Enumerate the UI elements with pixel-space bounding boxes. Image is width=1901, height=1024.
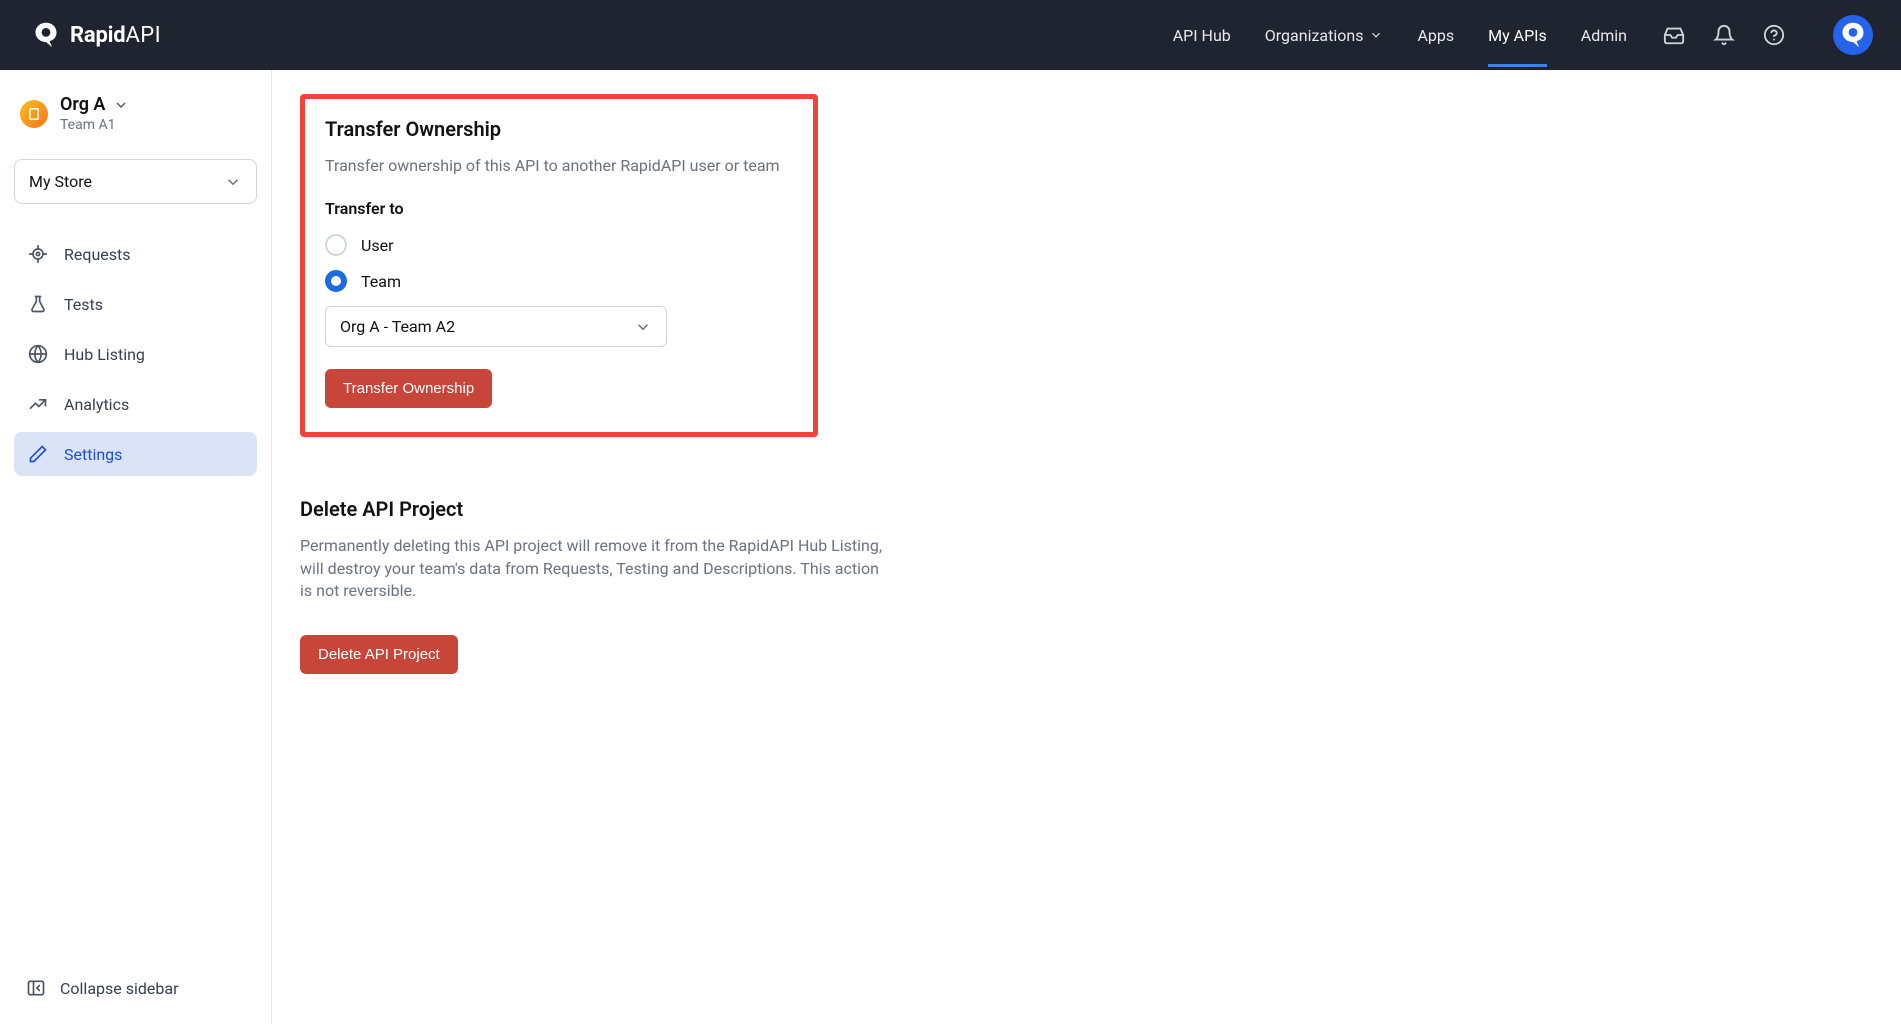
inbox-icon[interactable] xyxy=(1663,24,1685,46)
avatar[interactable] xyxy=(1833,15,1873,55)
sidebar-item-label: Analytics xyxy=(64,395,129,414)
globe-icon xyxy=(28,344,48,364)
collapse-icon xyxy=(26,978,46,998)
logo-icon xyxy=(32,21,60,49)
sidebar-item-requests[interactable]: Requests xyxy=(14,232,257,276)
radio-label: User xyxy=(361,236,394,255)
flask-icon xyxy=(28,294,48,314)
header-icons xyxy=(1663,15,1873,55)
sidebar-item-tests[interactable]: Tests xyxy=(14,282,257,326)
sidebar-item-label: Hub Listing xyxy=(64,345,145,364)
bell-icon[interactable] xyxy=(1713,24,1735,46)
field-label: Transfer to xyxy=(325,199,793,218)
nav-api-hub[interactable]: API Hub xyxy=(1173,4,1231,67)
section-title: Delete API Project xyxy=(300,497,890,521)
nav-admin[interactable]: Admin xyxy=(1581,4,1627,67)
help-icon[interactable] xyxy=(1763,24,1785,46)
radio-icon xyxy=(325,234,347,256)
collapse-sidebar[interactable]: Collapse sidebar xyxy=(14,968,257,1008)
team-name: Team A1 xyxy=(60,117,129,133)
nav-organizations[interactable]: Organizations xyxy=(1265,4,1384,67)
sidebar-item-settings[interactable]: Settings xyxy=(14,432,257,476)
radio-label: Team xyxy=(361,272,401,291)
team-select[interactable]: Org A - Team A2 xyxy=(325,306,667,347)
org-icon xyxy=(20,100,48,128)
logo-text: RapidAPI xyxy=(70,23,161,48)
section-title: Transfer Ownership xyxy=(325,117,793,141)
sidebar-item-label: Tests xyxy=(64,295,103,314)
org-selector[interactable]: Org A Team A1 xyxy=(14,94,257,149)
nav-apps[interactable]: Apps xyxy=(1417,4,1454,67)
transfer-ownership-section: Transfer Ownership Transfer ownership of… xyxy=(300,94,818,437)
delete-api-button[interactable]: Delete API Project xyxy=(300,635,458,674)
header: RapidAPI API Hub Organizations Apps My A… xyxy=(0,0,1901,70)
target-icon xyxy=(28,244,48,264)
chevron-down-icon xyxy=(224,173,242,191)
logo[interactable]: RapidAPI xyxy=(32,21,161,49)
sidebar: Org A Team A1 My Store Requests Tests Hu… xyxy=(0,70,272,1024)
delete-api-section: Delete API Project Permanently deleting … xyxy=(300,497,890,673)
pencil-icon xyxy=(28,444,48,464)
sidebar-item-analytics[interactable]: Analytics xyxy=(14,382,257,426)
radio-user[interactable]: User xyxy=(325,234,793,256)
side-nav: Requests Tests Hub Listing Analytics Set… xyxy=(14,232,257,476)
nav: API Hub Organizations Apps My APIs Admin xyxy=(1173,4,1627,67)
store-select[interactable]: My Store xyxy=(14,159,257,204)
sidebar-item-label: Requests xyxy=(64,245,131,264)
chevron-down-icon xyxy=(634,318,652,336)
main-content: Transfer Ownership Transfer ownership of… xyxy=(272,70,1901,1024)
transfer-ownership-button[interactable]: Transfer Ownership xyxy=(325,369,492,408)
chart-icon xyxy=(28,394,48,414)
section-desc: Permanently deleting this API project wi… xyxy=(300,535,890,602)
chevron-down-icon xyxy=(113,97,129,113)
radio-team[interactable]: Team xyxy=(325,270,793,292)
chevron-down-icon xyxy=(1369,28,1383,42)
org-name: Org A xyxy=(60,94,105,115)
sidebar-item-label: Settings xyxy=(64,445,122,464)
radio-icon xyxy=(325,270,347,292)
section-desc: Transfer ownership of this API to anothe… xyxy=(325,155,793,177)
nav-my-apis[interactable]: My APIs xyxy=(1488,4,1547,67)
sidebar-item-hub-listing[interactable]: Hub Listing xyxy=(14,332,257,376)
